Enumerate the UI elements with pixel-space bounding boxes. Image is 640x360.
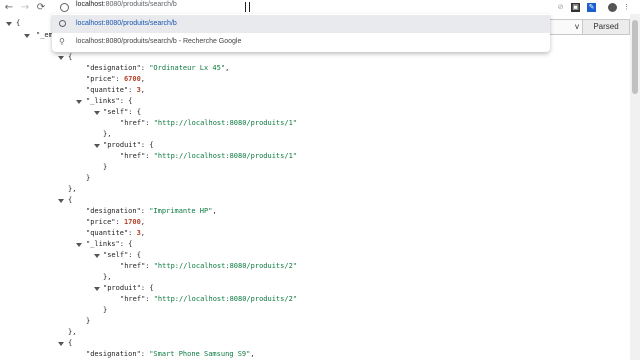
json-line: "_links": {: [86, 240, 133, 248]
json-line: "produit": {: [103, 141, 154, 149]
extension-icon[interactable]: ✎: [587, 3, 596, 12]
json-line: },: [68, 328, 77, 336]
extension-icon[interactable]: ⊘: [556, 3, 565, 12]
json-line: "self": {: [103, 251, 141, 259]
globe-icon: [59, 20, 66, 27]
json-line: }: [86, 174, 91, 182]
json-line: }: [86, 317, 91, 325]
json-line: "self": {: [103, 108, 141, 116]
json-line: },: [103, 130, 112, 138]
json-line: }: [103, 163, 108, 171]
json-line: {: [16, 19, 21, 27]
json-line: "designation": "Smart Phone Samsung S9",: [86, 350, 255, 358]
json-line: },: [68, 185, 77, 193]
json-line: "produit": {: [103, 284, 154, 292]
globe-icon: [60, 3, 69, 12]
json-line: {: [68, 339, 73, 347]
collapse-toggle-icon[interactable]: [94, 111, 100, 115]
search-icon: ⚲: [59, 37, 65, 46]
collapse-toggle-icon[interactable]: [58, 342, 64, 346]
json-line: {: [68, 196, 73, 204]
json-line: "quantite": 3,: [86, 86, 146, 94]
collapse-toggle-icon[interactable]: [76, 100, 82, 104]
omnibox-suggestions: localhost:8080/produits/search/b ⚲ local…: [52, 14, 550, 52]
json-line: "quantite": 3,: [86, 229, 146, 237]
text-cursor-icon: [245, 2, 250, 12]
browser-toolbar: ← → ⟳ localhost:8080/produits/search/b ⊘…: [0, 0, 640, 14]
collapse-toggle-icon[interactable]: [6, 22, 12, 26]
json-line: "designation": "Ordinateur Lx 45",: [86, 64, 230, 72]
address-bar[interactable]: localhost:8080/produits/search/b: [54, 0, 550, 14]
collapse-toggle-icon[interactable]: [58, 199, 64, 203]
url-text[interactable]: localhost:8080/produits/search/b: [76, 1, 177, 8]
suggestion-item[interactable]: localhost:8080/produits/search/b: [52, 15, 550, 33]
json-line: "href": "http://localhost:8080/produits/…: [120, 152, 298, 160]
parsed-view-button[interactable]: Parsed: [582, 19, 630, 35]
json-line: "designation": "Imprimante HP",: [86, 207, 217, 215]
json-line: "href": "http://localhost:8080/produits/…: [120, 119, 298, 127]
avatar[interactable]: [608, 3, 617, 12]
forward-button[interactable]: →: [18, 0, 32, 14]
reload-button[interactable]: ⟳: [34, 0, 48, 14]
json-line: }: [103, 306, 108, 314]
scrollbar-thumb[interactable]: [632, 20, 638, 94]
back-button[interactable]: ←: [2, 0, 16, 14]
suggestion-item[interactable]: ⚲ localhost:8080/produits/search/b - Rec…: [52, 33, 550, 51]
json-line: "price": 1700,: [86, 218, 146, 226]
json-line: "_links": {: [86, 97, 133, 105]
menu-icon[interactable]: ⋮: [622, 3, 631, 12]
json-line: "href": "http://localhost:8080/produits/…: [120, 262, 298, 270]
collapse-toggle-icon[interactable]: [94, 287, 100, 291]
collapse-toggle-icon[interactable]: [94, 254, 100, 258]
json-line: },: [103, 273, 112, 281]
collapse-toggle-icon[interactable]: [24, 34, 30, 38]
json-line: "price": 6700,: [86, 75, 146, 83]
json-line: "_em: [36, 31, 53, 39]
extension-icon[interactable]: ▣: [571, 3, 580, 12]
collapse-toggle-icon[interactable]: [58, 56, 64, 60]
collapse-toggle-icon[interactable]: [76, 243, 82, 247]
json-line: {: [68, 53, 73, 61]
json-line: "href": "http://localhost:8080/produits/…: [120, 295, 298, 303]
collapse-toggle-icon[interactable]: [94, 144, 100, 148]
